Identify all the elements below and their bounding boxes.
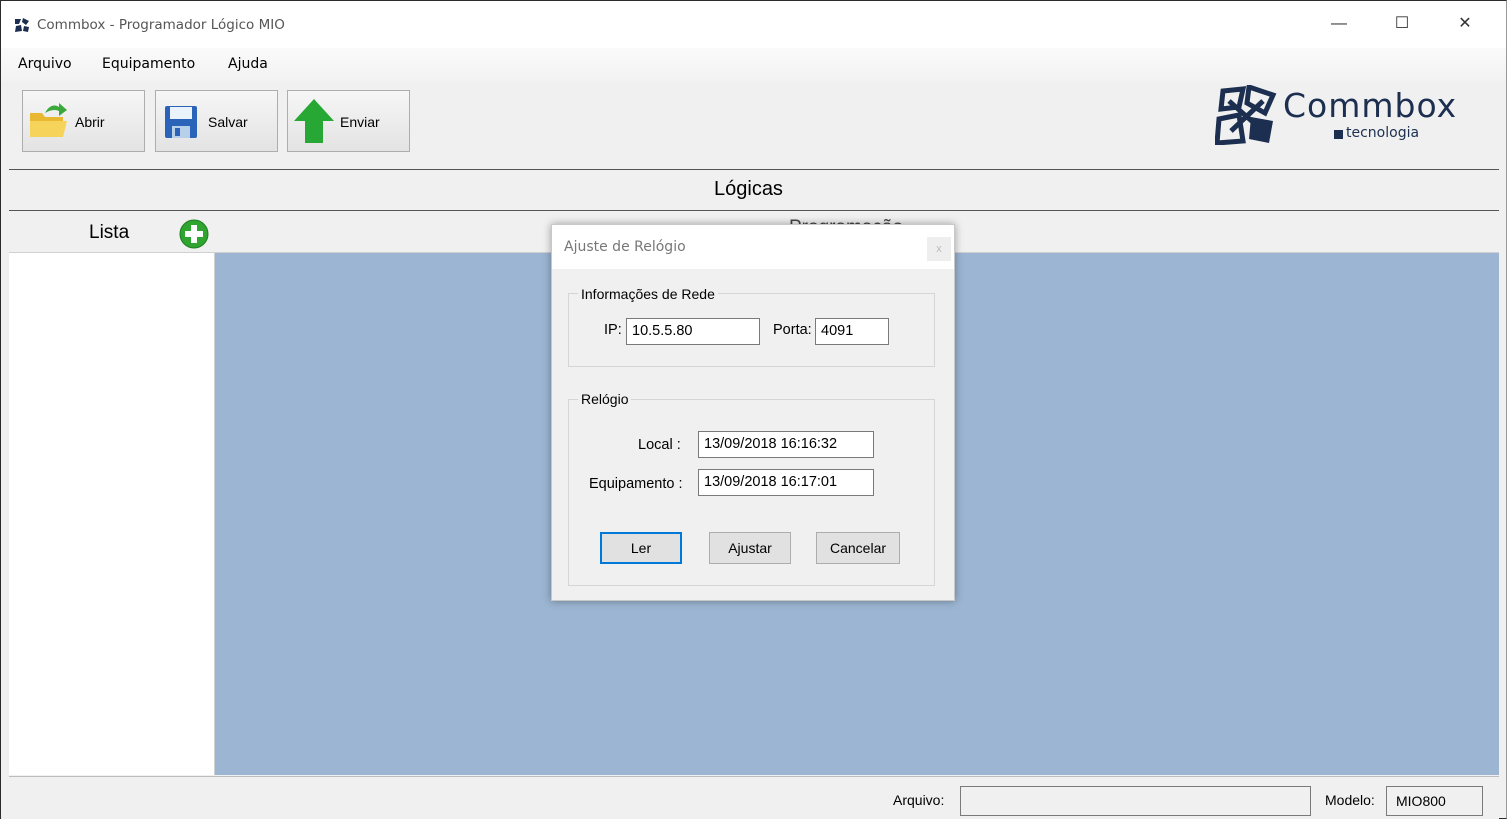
menu-arquivo[interactable]: Arquivo: [18, 56, 72, 72]
local-time-label: Local :: [638, 437, 681, 453]
maximize-button[interactable]: ☐: [1379, 1, 1425, 47]
minimize-button[interactable]: —: [1316, 1, 1362, 47]
commbox-logo-icon: [1215, 85, 1277, 145]
read-button[interactable]: Ler: [600, 532, 682, 564]
app-icon: [15, 18, 29, 32]
file-field: [960, 786, 1311, 816]
status-bar: Arquivo: Modelo: MIO800: [9, 776, 1499, 819]
model-field: MIO800: [1386, 786, 1483, 816]
send-button[interactable]: Enviar: [287, 90, 410, 152]
device-time-field[interactable]: 13/09/2018 16:17:01: [698, 469, 874, 496]
menu-bar: Arquivo Equipamento Ajuda: [1, 48, 1506, 82]
save-label: Salvar: [208, 114, 248, 130]
network-group-title: Informações de Rede: [578, 286, 718, 302]
ip-field[interactable]: 10.5.5.80: [626, 318, 760, 345]
open-folder-icon: [30, 103, 67, 137]
logo-word: Commbox: [1283, 86, 1458, 125]
device-time-label: Equipamento :: [589, 476, 683, 492]
send-label: Enviar: [340, 114, 380, 130]
close-button[interactable]: ✕: [1442, 1, 1488, 47]
open-button[interactable]: Abrir: [22, 90, 145, 152]
dialog-title: Ajuste de Relógio: [564, 239, 686, 255]
save-floppy-icon: [165, 106, 197, 138]
section-title: Lógicas: [714, 178, 783, 200]
dialog-close-button[interactable]: x: [927, 237, 951, 261]
open-label: Abrir: [75, 114, 105, 130]
model-label: Modelo:: [1325, 792, 1375, 808]
section-header: Lógicas: [9, 169, 1499, 211]
clock-group-title: Relógio: [578, 391, 632, 407]
save-button[interactable]: Salvar: [155, 90, 278, 152]
port-label: Porta:: [773, 322, 812, 338]
commbox-logo: Commbox tecnologia: [1213, 83, 1493, 153]
title-bar: Commbox - Programador Lógico MIO — ☐ ✕: [1, 1, 1506, 48]
send-arrow-up-icon: [294, 99, 334, 143]
logo-subtitle: tecnologia: [1346, 125, 1420, 141]
logic-list[interactable]: [9, 253, 215, 775]
file-label: Arquivo:: [893, 792, 945, 808]
port-field[interactable]: 4091: [815, 318, 889, 345]
add-icon[interactable]: [179, 219, 209, 249]
ip-label: IP:: [604, 322, 622, 338]
clock-adjust-dialog: Ajuste de Relógio x Informações de Rede …: [551, 224, 955, 601]
menu-ajuda[interactable]: Ajuda: [228, 56, 268, 72]
adjust-button[interactable]: Ajustar: [709, 532, 791, 564]
cancel-button[interactable]: Cancelar: [816, 532, 900, 564]
list-label: Lista: [89, 222, 130, 243]
logo-bullet: [1334, 130, 1343, 139]
window-title: Commbox - Programador Lógico MIO: [37, 17, 285, 33]
left-edge: [1, 169, 9, 819]
menu-equipamento[interactable]: Equipamento: [102, 56, 195, 72]
local-time-field[interactable]: 13/09/2018 16:16:32: [698, 431, 874, 458]
dialog-title-bar: Ajuste de Relógio x: [552, 225, 954, 269]
